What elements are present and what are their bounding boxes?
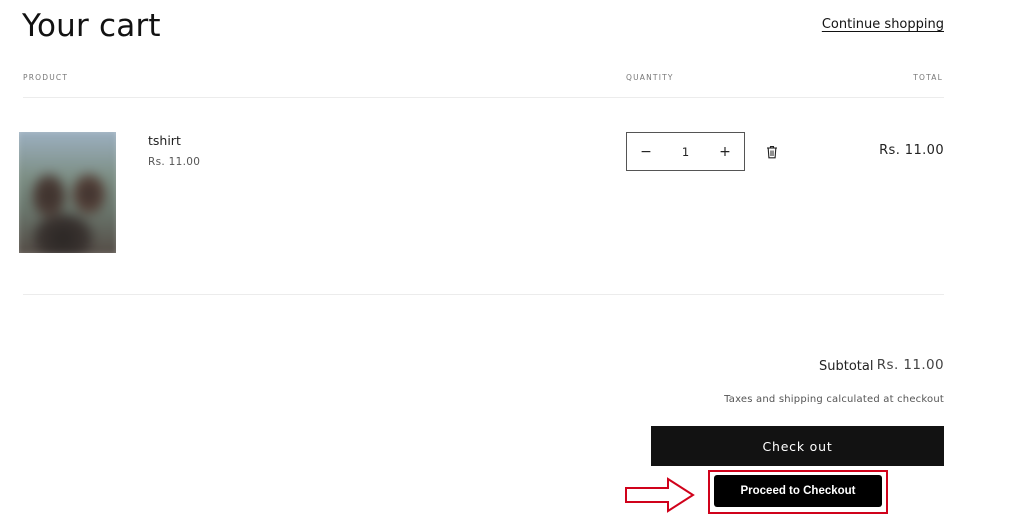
quantity-decrease-button[interactable]: − [639,144,653,160]
column-header-total: TOTAL [913,73,943,82]
quantity-stepper: − + [626,132,745,171]
trash-icon[interactable] [766,145,778,159]
quantity-input[interactable] [665,144,706,159]
column-header-product: PRODUCT [23,73,69,82]
proceed-to-checkout-button[interactable]: Proceed to Checkout [714,475,882,507]
subtotal-label: Subtotal [819,359,874,374]
quantity-increase-button[interactable]: + [718,144,732,160]
product-unit-price: Rs. 11.00 [148,156,201,168]
divider-top [23,97,944,98]
product-name[interactable]: tshirt [148,133,181,148]
check-out-button[interactable]: Check out [651,426,944,466]
tax-shipping-note: Taxes and shipping calculated at checkou… [724,394,944,405]
page-title: Your cart [22,8,161,44]
divider-bottom [23,294,944,295]
subtotal-value: Rs. 11.00 [876,357,944,373]
arrow-right-icon [625,477,695,513]
line-item-total: Rs. 11.00 [879,143,944,158]
continue-shopping-link[interactable]: Continue shopping [822,17,944,32]
column-header-quantity: QUANTITY [626,73,674,82]
product-thumbnail[interactable] [19,132,116,253]
